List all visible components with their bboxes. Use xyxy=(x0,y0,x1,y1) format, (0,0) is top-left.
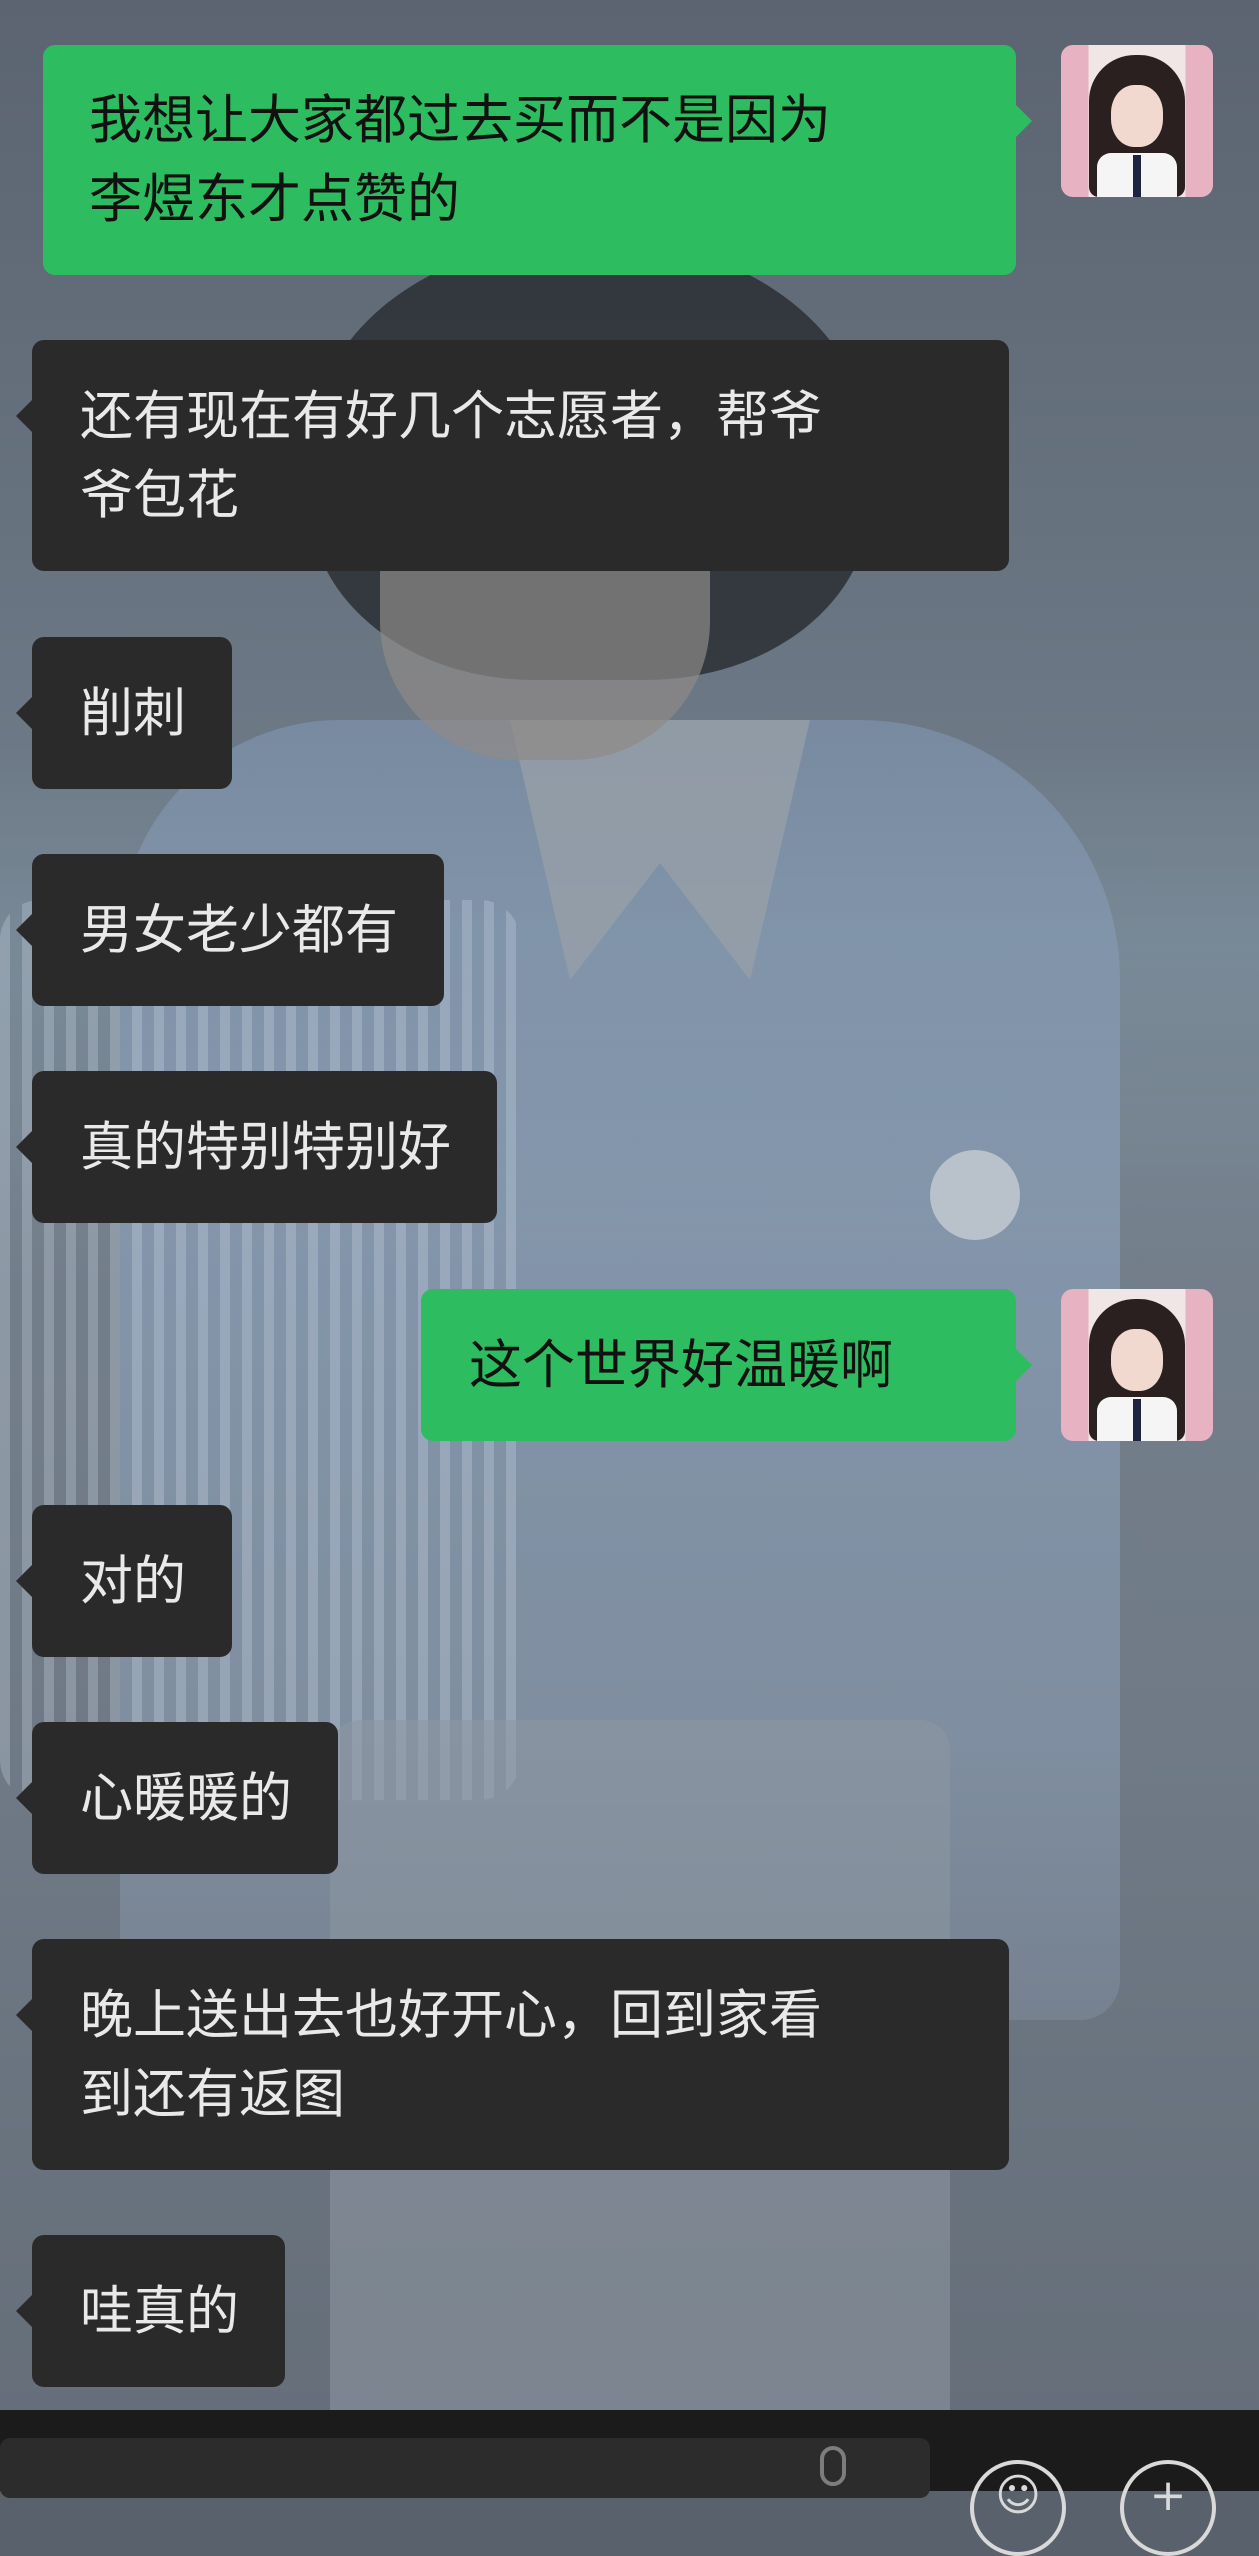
message-row: 对的 xyxy=(16,1505,232,1657)
emoji-icon[interactable]: ☺ xyxy=(970,2460,1066,2556)
message-input[interactable] xyxy=(0,2438,930,2498)
message-text: 男女老少都有 xyxy=(80,899,398,961)
message-row: 这个世界好温暖啊 xyxy=(421,1289,1032,1441)
message-bubble[interactable]: 我想让大家都过去买而不是因为 李煜东才点赞的 xyxy=(43,45,1032,275)
message-bubble[interactable]: 这个世界好温暖啊 xyxy=(421,1289,1032,1441)
message-row: 还有现在有好几个志愿者，帮爷 爷包花 xyxy=(16,340,1009,571)
message-row: 男女老少都有 xyxy=(16,854,444,1006)
message-bubble[interactable]: 心暖暖的 xyxy=(16,1722,338,1874)
message-text-line: 李煜东才点赞的 xyxy=(89,169,460,230)
message-row: 哇真的 xyxy=(16,2235,285,2387)
message-text: 心暖暖的 xyxy=(80,1767,292,1829)
user-avatar[interactable] xyxy=(1061,1289,1213,1441)
message-bubble[interactable]: 男女老少都有 xyxy=(16,854,444,1006)
message-row: 心暖暖的 xyxy=(16,1722,338,1874)
message-row: 削刺 xyxy=(16,637,232,789)
message-text: 这个世界好温暖啊 xyxy=(469,1334,893,1396)
message-text: 对的 xyxy=(80,1550,186,1612)
message-text: 真的特别特别好 xyxy=(80,1116,451,1178)
message-row: 我想让大家都过去买而不是因为 李煜东才点赞的 xyxy=(43,45,1032,275)
message-text-line: 还有现在有好几个志愿者，帮爷 xyxy=(80,385,822,447)
user-avatar[interactable] xyxy=(1061,45,1213,197)
message-bubble[interactable]: 对的 xyxy=(16,1505,232,1657)
message-text-line: 我想让大家都过去买而不是因为 xyxy=(89,90,831,151)
message-bubble[interactable]: 晚上送出去也好开心，回到家看 到还有返图 xyxy=(16,1939,1009,2170)
message-text-line: 到还有返图 xyxy=(80,2063,345,2125)
plus-icon[interactable]: + xyxy=(1120,2460,1216,2556)
message-text-line: 爷包花 xyxy=(80,464,239,526)
message-row: 真的特别特别好 xyxy=(16,1071,497,1223)
message-row: 晚上送出去也好开心，回到家看 到还有返图 xyxy=(16,1939,1009,2170)
mic-icon[interactable] xyxy=(820,2446,846,2486)
message-bubble[interactable]: 削刺 xyxy=(16,637,232,789)
message-bubble[interactable]: 真的特别特别好 xyxy=(16,1071,497,1223)
message-text: 哇真的 xyxy=(80,2280,239,2342)
message-text-line: 晚上送出去也好开心，回到家看 xyxy=(80,1984,822,2046)
message-text: 削刺 xyxy=(80,682,186,744)
message-bubble[interactable]: 还有现在有好几个志愿者，帮爷 爷包花 xyxy=(16,340,1009,571)
message-bubble[interactable]: 哇真的 xyxy=(16,2235,285,2387)
